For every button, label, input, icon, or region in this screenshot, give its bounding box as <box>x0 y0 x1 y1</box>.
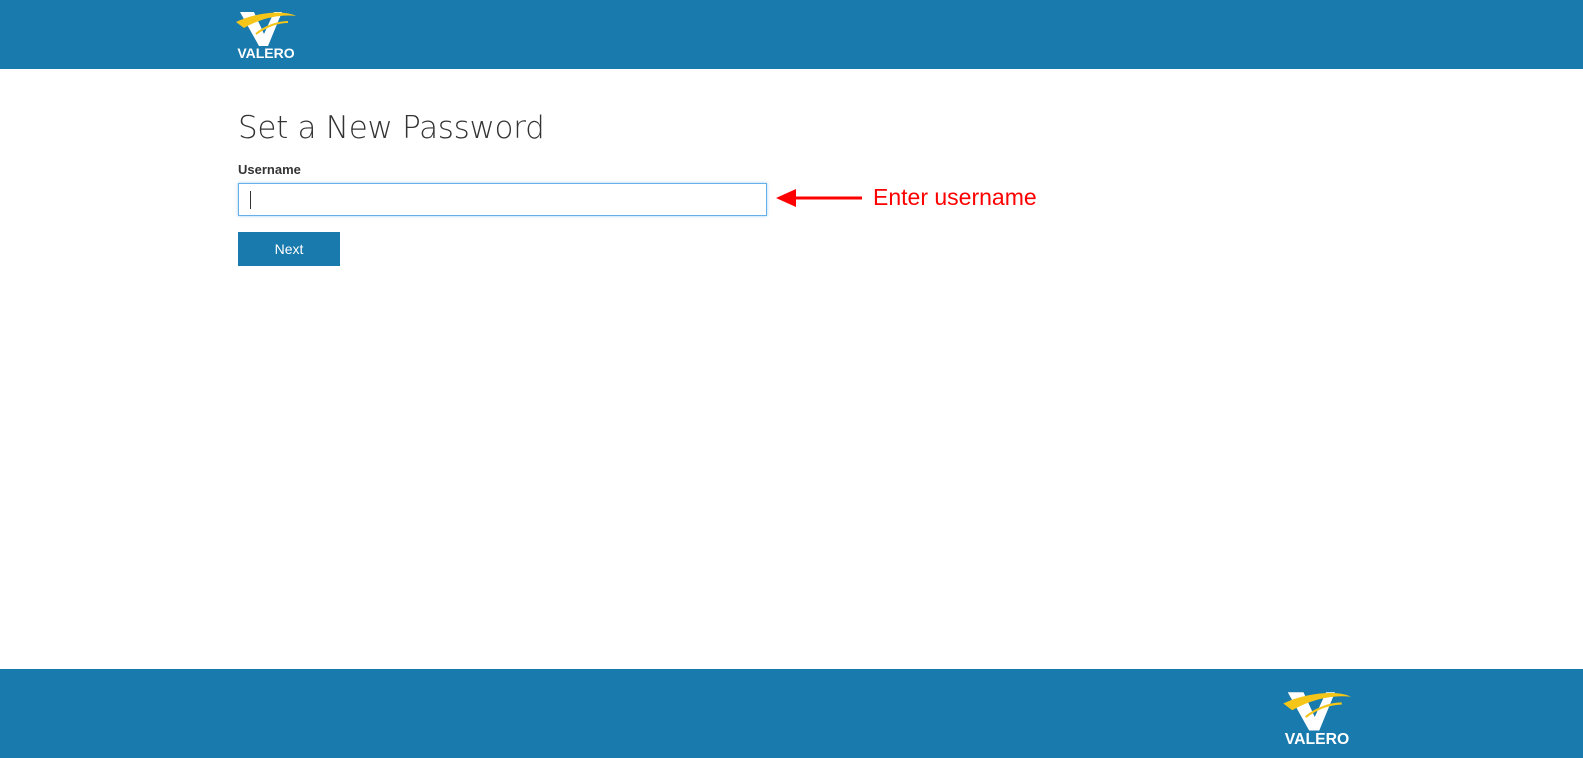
page-title: Set a New Password <box>238 110 545 146</box>
next-button[interactable]: Next <box>238 232 340 266</box>
logo-wordmark-footer: VALERO <box>1285 731 1349 747</box>
annotation-label: Enter username <box>873 184 1037 210</box>
valero-logo[interactable]: VALERO <box>226 8 306 60</box>
valero-v-logo-icon: VALERO <box>1283 692 1351 747</box>
valero-v-logo-icon: VALERO <box>236 12 296 60</box>
text-caret <box>250 191 251 209</box>
valero-logo-footer[interactable]: VALERO <box>1272 687 1362 747</box>
logo-wordmark: VALERO <box>237 45 294 60</box>
username-label: Username <box>238 162 301 177</box>
left-arrow-icon <box>776 189 862 207</box>
username-input[interactable] <box>238 183 767 216</box>
site-footer: VALERO <box>0 669 1583 758</box>
site-header: VALERO <box>0 0 1583 69</box>
